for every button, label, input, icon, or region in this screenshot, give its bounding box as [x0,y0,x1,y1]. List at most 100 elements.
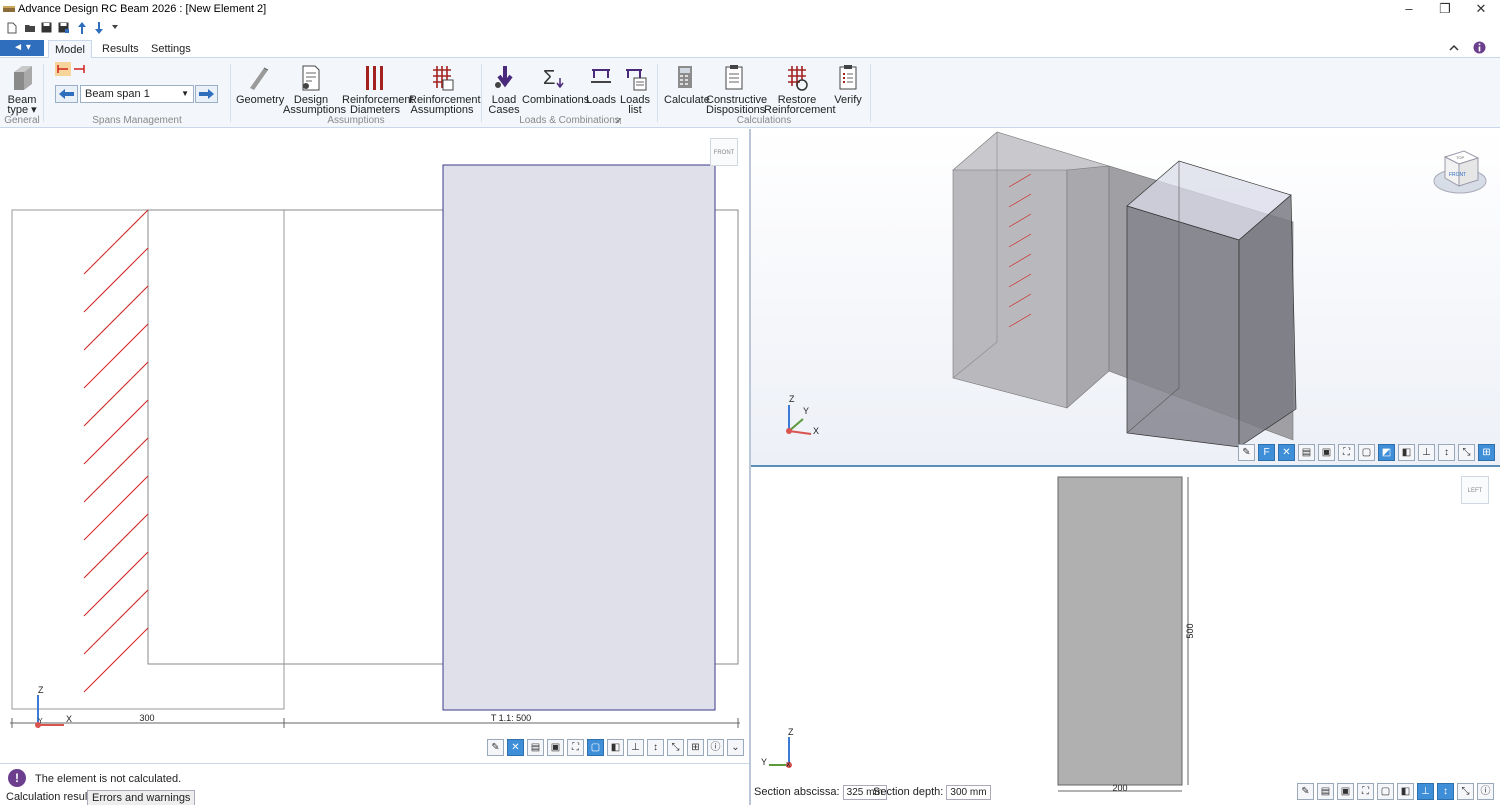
grid-icon[interactable]: ⊞ [687,739,704,756]
info-toggle-icon[interactable]: ⓘ [707,739,724,756]
loads-button[interactable]: Loads [586,64,616,106]
restore-reinforcement-button[interactable]: Restore Reinforcement [764,64,836,116]
zoom-window-icon[interactable]: ⤡ [667,739,684,756]
design-assumptions-button[interactable]: Design Assumptions [283,64,346,116]
chevron-down-icon: ▼ [181,89,189,98]
reinforcement-assumptions-button[interactable]: Reinforcement Assumptions [409,64,481,116]
tab-results[interactable]: Results [96,40,145,58]
dimension-right: T 1.1: 500 [491,713,531,723]
next-span-button[interactable] [195,85,218,103]
export-icon[interactable]: ▣ [1318,444,1335,461]
beam-type-label: Beam type ▾ [7,94,37,116]
save-as-icon[interactable] [58,22,69,33]
dimension-icon[interactable]: ↕ [1437,783,1454,800]
front-view-canvas[interactable]: 300 T 1.1: 500 Z X Y [0,129,749,761]
view-corner-left[interactable]: LEFT [1461,476,1489,504]
new-icon[interactable] [7,22,17,34]
zoom-fit-icon[interactable]: ⛶ [1357,783,1374,800]
reinforcement-assumptions-label: Reinforcement Assumptions [409,94,481,116]
beam-type-button[interactable]: Beam type ▾ [6,64,38,116]
pencil-icon[interactable]: ✎ [1238,444,1255,461]
info-icon[interactable] [1473,41,1486,54]
frame-icon[interactable]: ▢ [1358,444,1375,461]
print-icon[interactable]: ▤ [1298,444,1315,461]
open-icon[interactable] [24,23,36,33]
window-title: Advance Design RC Beam 2026 : [New Eleme… [18,3,267,15]
section-view-canvas[interactable]: 500 200 Z Y X [751,467,1500,805]
span-add-left-icon[interactable] [55,62,71,76]
pencil-icon[interactable]: ✎ [1297,783,1314,800]
calculate-button[interactable]: Calculate [664,64,710,106]
dialog-launcher-icon[interactable] [615,118,621,124]
print-icon[interactable]: ▤ [527,739,544,756]
combinations-button[interactable]: Σ Combinations [522,64,589,106]
front-view-pane[interactable]: 300 T 1.1: 500 Z X Y FRONT ✎ ✕ ▤ ▣ ⛶ ▢ ◧… [0,129,749,761]
previous-span-button[interactable] [55,85,78,103]
section-view-pane[interactable]: 500 200 Z Y X LEFT ✎ ▤ ▣ ⛶ ▢ ◧ ⊥ ↕ ⤡ ⓘ [751,467,1500,805]
up-arrow-icon[interactable] [77,21,87,35]
maximize-button[interactable]: ❐ [1427,0,1463,18]
frame-icon[interactable]: ▢ [1377,783,1394,800]
filter-icon[interactable]: F [1258,444,1275,461]
view-cube-top-label: TOP [1456,155,1464,160]
section-depth-input[interactable]: 300 mm [946,785,991,800]
tools-icon[interactable]: ✕ [507,739,524,756]
3d-view-pane[interactable]: Z Y X FRONT TOP ✎ F ✕ ▤ ▣ ⛶ ▢ ◩ ◧ ⊥ ↕ ⤡ … [751,129,1500,465]
restore-reinforcement-icon [788,66,808,91]
pencil-icon[interactable]: ✎ [487,739,504,756]
frame-icon[interactable]: ▢ [587,739,604,756]
zoom-fit-icon[interactable]: ⛶ [567,739,584,756]
section-abscissa-label: Section abscissa: [754,786,840,798]
3d-view-canvas[interactable]: Z Y X FRONT TOP [751,129,1500,465]
zoom-window-icon[interactable]: ⤡ [1458,444,1475,461]
calculate-label: Calculate [664,94,710,106]
reinforcement-diameters-button[interactable]: Reinforcement Diameters [342,64,414,116]
minimize-button[interactable]: – [1391,0,1427,18]
view-cube[interactable]: FRONT TOP [1433,150,1487,194]
tab-model[interactable]: Model [48,40,92,58]
down-arrow-icon[interactable] [94,21,104,35]
layers-icon[interactable]: ◧ [1397,783,1414,800]
tools-icon[interactable]: ✕ [1278,444,1295,461]
design-assumptions-icon [302,65,320,91]
dimension-icon[interactable]: ↕ [1438,444,1455,461]
export-icon[interactable]: ▣ [1337,783,1354,800]
layers-icon[interactable]: ◧ [1398,444,1415,461]
span-select[interactable]: Beam span 1 ▼ [80,85,194,103]
verify-button[interactable]: Verify [832,64,864,106]
layers-icon[interactable]: ◧ [607,739,624,756]
constructive-dispositions-button[interactable]: Constructive Dispositions [706,64,767,116]
dimension-icon[interactable]: ↕ [647,739,664,756]
tab-settings[interactable]: Settings [145,40,197,58]
warning-icon: ! [8,769,26,787]
collapse-ribbon-icon[interactable] [1449,44,1459,52]
axes-icon[interactable]: ⊥ [1418,444,1435,461]
zoom-window-icon[interactable]: ⤡ [1457,783,1474,800]
verify-label: Verify [834,94,862,106]
export-icon[interactable]: ▣ [547,739,564,756]
load-cases-button[interactable]: Load Cases [488,64,520,116]
section-axis-z-label: Z [788,727,794,737]
axes-icon[interactable]: ⊥ [1417,783,1434,800]
shading-icon[interactable]: ◩ [1378,444,1395,461]
dropdown-icon[interactable] [112,25,118,30]
grid-icon[interactable]: ⊞ [1478,444,1495,461]
section-depth-label: Section depth: [873,786,944,798]
tab-errors-warnings[interactable]: Errors and warnings [87,790,196,805]
geometry-button[interactable]: Geometry [236,64,284,106]
info-toggle-icon[interactable]: ⓘ [1477,783,1494,800]
section-depth-field: Section depth: 300 mm [873,785,991,800]
save-icon[interactable] [41,22,52,33]
reinforcement-diameters-label: Reinforcement Diameters [342,94,414,116]
axes-icon[interactable]: ⊥ [627,739,644,756]
expand-icon[interactable]: ⌄ [727,739,744,756]
view-corner-front[interactable]: FRONT [710,138,738,166]
span-add-right-icon[interactable] [71,62,87,76]
axis-gizmo: Z X Y [35,685,72,728]
close-button[interactable]: ✕ [1463,0,1499,18]
loads-list-button[interactable]: Loads list [620,64,650,116]
zoom-fit-icon[interactable]: ⛶ [1338,444,1355,461]
file-menu-button[interactable]: ◄ ▾ [0,40,44,56]
tab-calculation-results[interactable]: Calculation results [2,790,100,805]
print-icon[interactable]: ▤ [1317,783,1334,800]
